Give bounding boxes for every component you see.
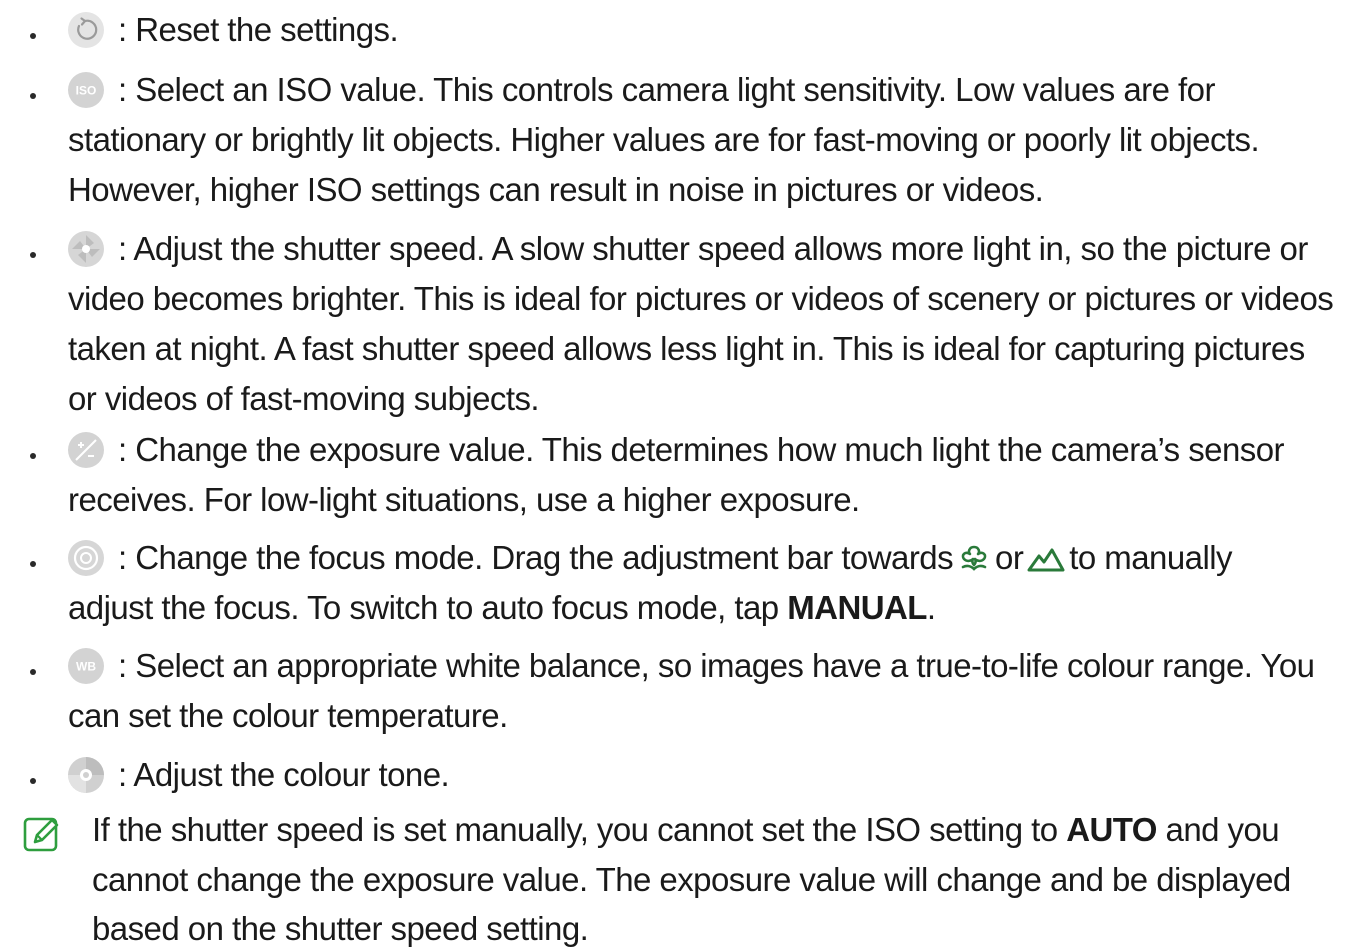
bullet <box>30 93 36 99</box>
item-text-line: : Adjust the shutter speed. A slow shutt… <box>118 230 1308 267</box>
note-text-line-3: based on the shutter speed setting. <box>92 910 589 947</box>
bullet <box>30 778 36 784</box>
bullet <box>30 669 36 675</box>
macro-flower-icon <box>957 542 991 582</box>
item-text-line: : Select an ISO value. This controls cam… <box>118 71 1215 108</box>
bullet <box>30 252 36 258</box>
bullet <box>30 561 36 567</box>
note-icon <box>22 815 62 855</box>
item-text-line: receives. For low-light situations, use … <box>68 481 860 518</box>
item-text-line: stationary or brightly lit objects. High… <box>68 121 1260 158</box>
focus-text-line-1: : Change the focus mode. Drag the adjust… <box>68 538 1233 582</box>
note-text-line-1: If the shutter speed is set manually, yo… <box>92 811 1280 848</box>
item-text-line: or videos of fast-moving subjects. <box>68 380 540 417</box>
bullet <box>30 453 36 459</box>
item-text-line: : Reset the settings. <box>118 11 399 48</box>
focus-text-line-2: adjust the focus. To switch to auto focu… <box>68 589 936 626</box>
item-text-line: can set the colour temperature. <box>68 697 508 734</box>
item-text-line: : Select an appropriate white balance, s… <box>118 647 1315 684</box>
note-text-line-2: cannot change the exposure value. The ex… <box>92 861 1291 898</box>
auto-label: AUTO <box>1066 811 1157 848</box>
item-text-line: However, higher ISO settings can result … <box>68 171 1044 208</box>
item-text-line: : Adjust the colour tone. <box>118 756 450 793</box>
bullet <box>30 33 36 39</box>
item-text-line: video becomes brighter. This is ideal fo… <box>68 280 1334 317</box>
mountain-icon <box>1027 542 1065 582</box>
item-text-line: taken at night. A fast shutter speed all… <box>68 330 1305 367</box>
manual-label: MANUAL <box>787 589 927 626</box>
item-text-line: : Change the exposure value. This determ… <box>118 431 1285 468</box>
document-page: : Reset the settings. ISO : Select an IS… <box>0 0 1369 947</box>
